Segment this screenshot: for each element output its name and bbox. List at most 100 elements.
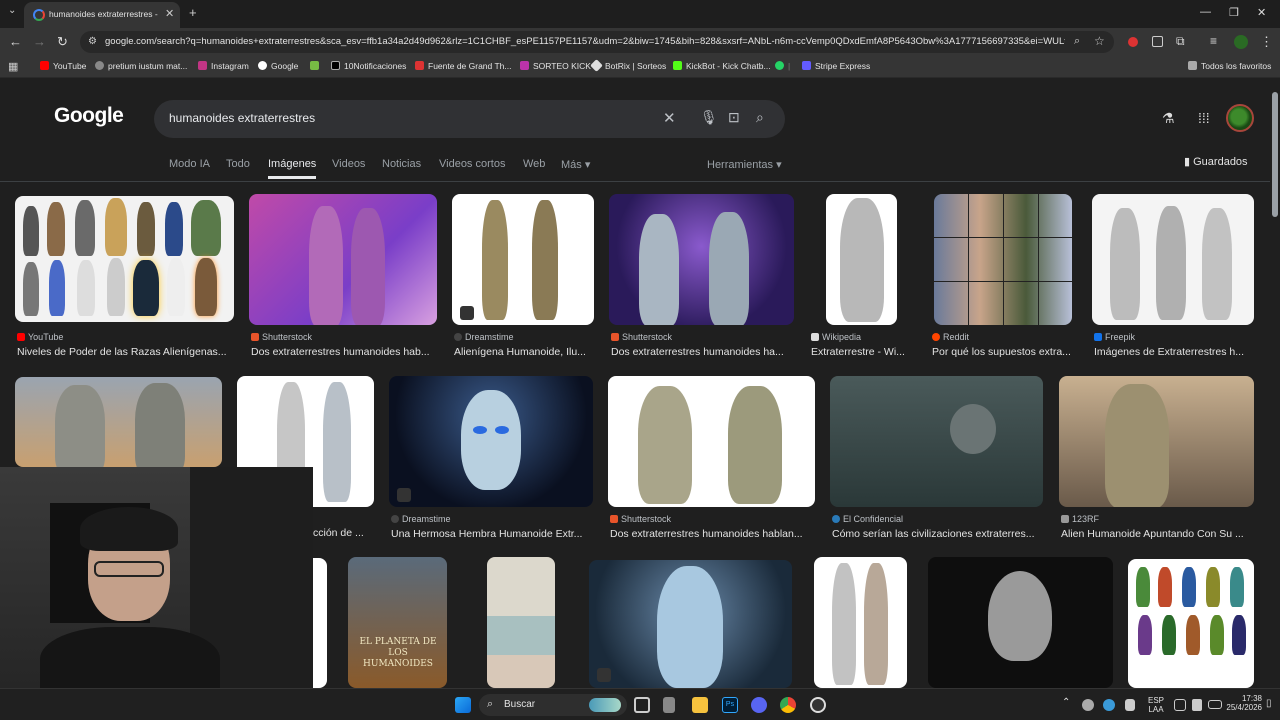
- result-title[interactable]: Dos extraterrestres humanoides ha...: [611, 346, 794, 358]
- tab-todo[interactable]: Todo: [226, 158, 250, 170]
- notification-bell-icon[interactable]: ▯: [1266, 698, 1272, 709]
- result-title[interactable]: Extraterrestre - Wi...: [811, 346, 916, 358]
- tray-chevron-icon[interactable]: ⌃: [1062, 697, 1070, 708]
- site-info-icon[interactable]: ⚙: [88, 36, 97, 47]
- restore-icon[interactable]: ❐: [1229, 6, 1239, 19]
- saved-button[interactable]: ▮ Guardados: [1184, 155, 1248, 168]
- result-image[interactable]: [15, 377, 222, 467]
- lens-camera-icon[interactable]: ⊡: [728, 109, 740, 126]
- result-image[interactable]: [487, 557, 555, 688]
- bookmark-youtube[interactable]: YouTube: [40, 61, 86, 71]
- result-title[interactable]: Imágenes de Extraterrestres h...: [1094, 346, 1254, 358]
- keyboard-language[interactable]: ESP LAA: [1148, 696, 1164, 714]
- tray-shield-icon[interactable]: [1125, 699, 1135, 711]
- result-image[interactable]: EL PLANETA DE LOS HUMANOIDES: [348, 557, 447, 688]
- result-image[interactable]: [15, 196, 234, 322]
- minimize-icon[interactable]: —: [1200, 6, 1211, 18]
- tab-videos[interactable]: Videos: [332, 158, 365, 170]
- tab-mas[interactable]: Más ▾: [561, 158, 590, 171]
- bookmark-star-icon[interactable]: ☆: [1094, 34, 1105, 48]
- result-image[interactable]: [389, 376, 593, 507]
- taskbar-search[interactable]: ⌕ Buscar: [479, 694, 627, 716]
- forward-icon[interactable]: →: [33, 34, 46, 49]
- battery-icon[interactable]: [1208, 700, 1222, 709]
- result-title[interactable]: Alien Humanoide Apuntando Con Su ...: [1061, 528, 1254, 540]
- bookmark-botrix[interactable]: BotRix | Sorteos: [590, 59, 666, 72]
- result-title[interactable]: Por qué los supuestos extra...: [932, 346, 1077, 358]
- bookmark-sorteo[interactable]: SORTEO KICK: [520, 61, 591, 71]
- tools-button[interactable]: Herramientas ▾: [707, 158, 782, 171]
- notepad-icon[interactable]: [663, 697, 675, 713]
- result-image[interactable]: [826, 194, 897, 325]
- microphone-icon[interactable]: 🎙: [700, 109, 718, 126]
- page-scrollbar[interactable]: [1270, 80, 1280, 688]
- result-image[interactable]: [609, 194, 794, 325]
- reload-icon[interactable]: ↻: [57, 34, 68, 50]
- tab-search-icon[interactable]: ⌄: [8, 5, 16, 16]
- task-view-icon[interactable]: [634, 697, 650, 713]
- bookmark-google[interactable]: Google: [258, 61, 298, 71]
- bookmark-stripe[interactable]: Stripe Express: [802, 61, 870, 71]
- bookmark-kickbot[interactable]: KickBot - Kick Chatb...: [673, 61, 771, 71]
- scrollbar-thumb[interactable]: [1272, 92, 1278, 217]
- clock[interactable]: 17:38 25/4/2026: [1226, 694, 1262, 712]
- all-bookmarks[interactable]: Todos los favoritos: [1188, 61, 1271, 71]
- file-explorer-icon[interactable]: [692, 697, 708, 713]
- apps-icon[interactable]: ⁞⁞⁞: [1198, 110, 1210, 126]
- zoom-icon[interactable]: ⌕: [1074, 35, 1080, 48]
- back-icon[interactable]: ←: [9, 34, 22, 49]
- search-input[interactable]: humanoides extraterrestres: [169, 111, 315, 125]
- result-image[interactable]: [814, 557, 907, 688]
- result-title[interactable]: cción de ...: [313, 527, 373, 539]
- result-image[interactable]: [830, 376, 1043, 507]
- labs-flask-icon[interactable]: ⚗: [1162, 110, 1175, 127]
- avatar[interactable]: [1226, 104, 1254, 132]
- result-image[interactable]: [249, 194, 437, 325]
- photoshop-icon[interactable]: Ps: [722, 697, 738, 713]
- tab-videos-cortos[interactable]: Videos cortos: [439, 158, 505, 170]
- profile-icon[interactable]: [1234, 35, 1248, 49]
- bookmark-instagram[interactable]: Instagram: [198, 61, 249, 71]
- clear-icon[interactable]: ✕: [663, 109, 676, 127]
- tray-cloud-icon[interactable]: [1082, 699, 1094, 711]
- tab-web[interactable]: Web: [523, 158, 545, 170]
- bookmark-notificaciones[interactable]: 10Notificaciones: [331, 61, 406, 71]
- result-title[interactable]: Dos extraterrestres humanoides hablan...: [610, 528, 815, 540]
- browser-tab-active[interactable]: humanoides extraterrestres - Bú ✕: [24, 2, 180, 28]
- tray-edge-icon[interactable]: [1103, 699, 1115, 711]
- media-icon[interactable]: ≡: [1210, 34, 1217, 48]
- result-image[interactable]: [452, 194, 594, 325]
- apps-grid-icon[interactable]: ▦: [8, 60, 18, 73]
- obs-icon[interactable]: [810, 697, 826, 713]
- tab-noticias[interactable]: Noticias: [382, 158, 421, 170]
- tab-close-icon[interactable]: ✕: [165, 7, 174, 20]
- address-bar[interactable]: ⚙ google.com/search?q=humanoides+extrate…: [80, 31, 1114, 53]
- result-title[interactable]: Cómo serían las civilizaciones extraterr…: [832, 528, 1043, 540]
- result-image[interactable]: [589, 560, 792, 688]
- search-icon[interactable]: ⌕: [756, 109, 764, 126]
- result-image[interactable]: [1059, 376, 1254, 507]
- extension-red-icon[interactable]: [1128, 37, 1138, 47]
- result-image[interactable]: [1092, 194, 1254, 325]
- discord-icon[interactable]: [751, 697, 767, 713]
- bookmark-extra[interactable]: [310, 61, 323, 71]
- result-image[interactable]: [1128, 559, 1254, 688]
- close-window-icon[interactable]: ✕: [1257, 6, 1266, 19]
- result-image[interactable]: [313, 558, 327, 688]
- tab-modo-ia[interactable]: Modo IA: [169, 158, 210, 170]
- extensions-puzzle-icon[interactable]: ⧉: [1176, 34, 1185, 49]
- chrome-icon[interactable]: [780, 697, 796, 713]
- network-icon[interactable]: [1174, 699, 1186, 711]
- new-tab-icon[interactable]: +: [189, 5, 197, 20]
- tab-imagenes[interactable]: Imágenes: [268, 158, 317, 179]
- result-image[interactable]: [928, 557, 1113, 688]
- result-title[interactable]: Una Hermosa Hembra Humanoide Extr...: [391, 528, 593, 540]
- google-logo[interactable]: Google: [54, 104, 124, 128]
- result-title[interactable]: Dos extraterrestres humanoides hab...: [251, 346, 437, 358]
- extension-icon[interactable]: [1152, 36, 1163, 47]
- bookmark-pretium[interactable]: pretium iustum mat...: [95, 61, 187, 71]
- bookmark-fuente[interactable]: Fuente de Grand Th...: [415, 61, 511, 71]
- menu-dots-icon[interactable]: ⋮: [1260, 34, 1273, 50]
- result-image[interactable]: [934, 194, 1072, 325]
- volume-icon[interactable]: [1192, 699, 1202, 711]
